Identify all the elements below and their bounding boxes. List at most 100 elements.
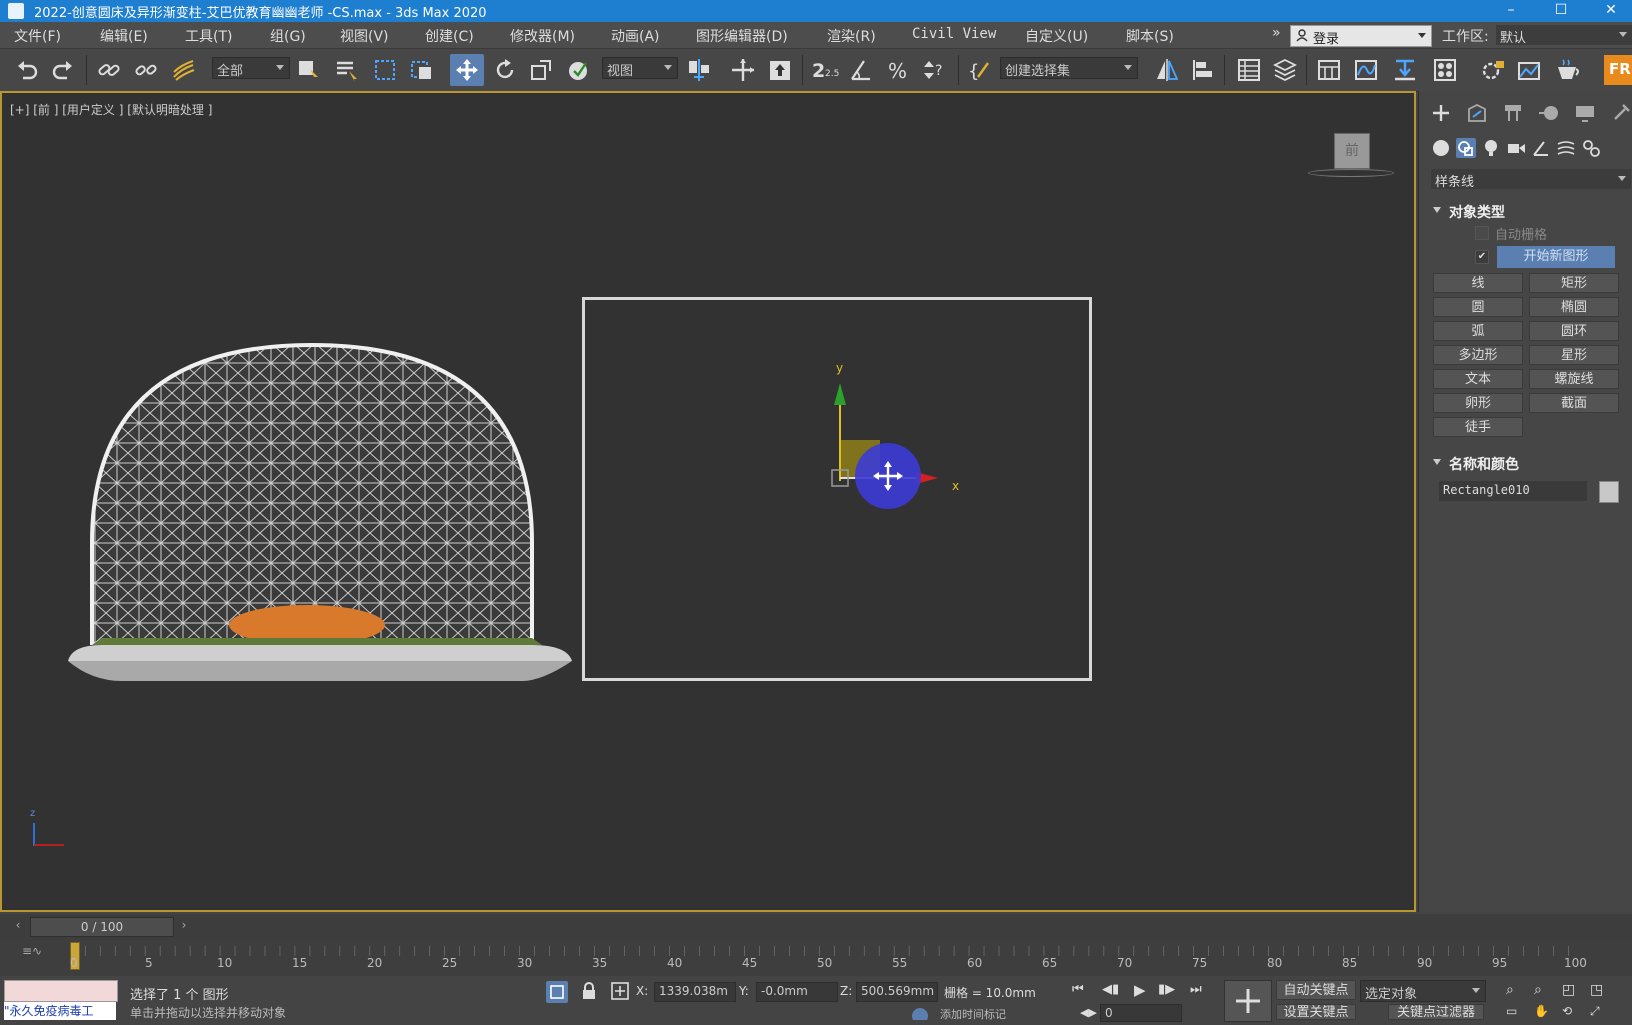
rectangle-button[interactable]: 矩形	[1529, 273, 1619, 293]
y-coord-input[interactable]: -0.0mm	[756, 982, 838, 1002]
display-tab-icon[interactable]	[1573, 101, 1597, 125]
previous-frame-icon[interactable]: ◀▮	[1102, 982, 1122, 1000]
text-button[interactable]: 文本	[1433, 369, 1523, 389]
menu-civil-view[interactable]: Civil View	[912, 26, 996, 42]
time-slider-prev-icon[interactable]: ‹	[10, 918, 26, 934]
menu-customize[interactable]: 自定义(U)	[1025, 26, 1088, 46]
bind-space-warp-icon[interactable]	[171, 57, 197, 83]
render-frame-badge-icon[interactable]: FR	[1604, 55, 1632, 85]
time-slider[interactable]: 0 / 100	[30, 917, 174, 937]
time-slider-next-icon[interactable]: ›	[176, 918, 192, 934]
circle-button[interactable]: 圆	[1433, 297, 1523, 317]
menu-views[interactable]: 视图(V)	[340, 26, 389, 46]
field-of-view-icon[interactable]: ▭	[1506, 1004, 1526, 1020]
object-type-rollout-header[interactable]: 对象类型	[1427, 201, 1632, 221]
object-name-input[interactable]: Rectangle010	[1439, 481, 1587, 501]
set-key-big-button[interactable]	[1224, 980, 1272, 1022]
angle-snap-icon[interactable]	[848, 57, 874, 83]
menu-group[interactable]: 组(G)	[270, 26, 306, 46]
add-time-tag-label[interactable]: 添加时间标记	[940, 1006, 1006, 1020]
schematic-view-icon[interactable]	[1392, 57, 1418, 83]
close-button[interactable]: ✕	[1588, 0, 1632, 22]
set-key-button[interactable]: 设置关键点	[1276, 1004, 1356, 1020]
unlink-icon[interactable]	[133, 57, 159, 83]
place-icon[interactable]	[566, 57, 592, 83]
menu-graph-editors[interactable]: 图形编辑器(D)	[696, 26, 788, 46]
maximize-button[interactable]: ☐	[1538, 0, 1584, 22]
spinner-snap-icon[interactable]: ?	[922, 57, 948, 83]
select-and-move-icon[interactable]	[450, 54, 484, 86]
menu-scripting[interactable]: 脚本(S)	[1126, 26, 1174, 46]
dome-cage-model[interactable]	[62, 333, 582, 693]
pan-view-icon[interactable]: ✋	[1534, 1004, 1554, 1020]
select-object-icon[interactable]	[296, 57, 322, 83]
line-button[interactable]: 线	[1433, 273, 1523, 293]
hierarchy-tab-icon[interactable]	[1501, 101, 1525, 125]
current-frame-input[interactable]: 0	[1100, 1004, 1182, 1022]
motion-tab-icon[interactable]	[1537, 101, 1561, 125]
track-ruler[interactable]	[70, 942, 1590, 956]
start-new-shape-button[interactable]: 开始新图形	[1497, 246, 1615, 268]
front-viewport[interactable]: [+] [前 ] [用户定义 ] [默认明暗处理 ] y x 前 z	[0, 91, 1416, 912]
menu-animation[interactable]: 动画(A)	[611, 26, 660, 46]
helpers-category-icon[interactable]	[1531, 138, 1551, 158]
viewcube[interactable]: 前	[1302, 131, 1394, 181]
rendered-frame-window-icon[interactable]	[1516, 57, 1542, 83]
shapes-category-icon[interactable]	[1456, 138, 1476, 158]
rectangular-selection-icon[interactable]	[372, 57, 398, 83]
go-to-start-icon[interactable]: ⏮	[1072, 982, 1092, 1000]
zoom-icon[interactable]: ⌕	[1506, 982, 1526, 1002]
ellipse-button[interactable]: 椭圆	[1529, 297, 1619, 317]
rotate-icon[interactable]	[492, 57, 518, 83]
render-production-icon[interactable]	[1554, 57, 1580, 83]
menu-modifiers[interactable]: 修改器(M)	[510, 26, 575, 46]
menu-overflow-icon[interactable]: »	[1272, 25, 1281, 41]
play-icon[interactable]: ▶	[1134, 981, 1154, 1001]
viewport-label[interactable]: [+] [前 ] [用户定义 ] [默认明暗处理 ]	[10, 101, 212, 118]
systems-category-icon[interactable]	[1581, 138, 1601, 158]
cameras-category-icon[interactable]	[1506, 138, 1526, 158]
maximize-viewport-icon[interactable]: ⤢	[1590, 1004, 1610, 1020]
utilities-tab-icon[interactable]	[1609, 101, 1632, 125]
star-button[interactable]: 星形	[1529, 345, 1619, 365]
link-icon[interactable]	[96, 57, 122, 83]
menu-rendering[interactable]: 渲染(R)	[827, 26, 876, 46]
selection-filter-dropdown[interactable]: 全部	[212, 57, 290, 79]
next-frame-icon[interactable]: ▮▶	[1158, 982, 1178, 1000]
create-tab-icon[interactable]	[1429, 101, 1453, 125]
curve-editor-icon[interactable]	[1353, 57, 1379, 83]
absolute-mode-icon[interactable]	[610, 981, 630, 1001]
zoom-all-icon[interactable]: ⌕	[1534, 982, 1554, 1002]
move-gizmo[interactable]	[820, 363, 970, 513]
go-to-end-icon[interactable]: ⏭	[1190, 982, 1210, 1000]
modify-tab-icon[interactable]	[1465, 101, 1489, 125]
undo-icon[interactable]	[14, 57, 40, 83]
workspace-select[interactable]: 默认	[1496, 25, 1632, 46]
align-icon[interactable]	[1190, 57, 1216, 83]
material-editor-icon[interactable]	[1432, 57, 1458, 83]
ribbon-toggle-icon[interactable]	[1316, 57, 1342, 83]
autogrid-checkbox[interactable]	[1475, 226, 1489, 240]
redo-icon[interactable]	[50, 57, 76, 83]
ngon-button[interactable]: 多边形	[1433, 345, 1523, 365]
donut-button[interactable]: 圆环	[1529, 321, 1619, 341]
curve-editor-mini-icon[interactable]: ≡∿	[22, 944, 42, 958]
menu-edit[interactable]: 编辑(E)	[100, 26, 148, 46]
track-bar[interactable]: ≡∿ 0 5 10 15 20 25 30 35 40 45 50 55 60 …	[0, 938, 1632, 976]
x-coord-input[interactable]: 1339.038m	[654, 982, 736, 1002]
geometry-category-icon[interactable]	[1431, 138, 1451, 158]
select-by-name-icon[interactable]	[334, 57, 360, 83]
object-color-swatch[interactable]	[1599, 481, 1619, 503]
name-and-color-rollout-header[interactable]: 名称和颜色	[1427, 453, 1632, 473]
z-coord-input[interactable]: 500.569mm	[856, 982, 938, 1002]
login-dropdown[interactable]: 登录	[1290, 25, 1432, 47]
selected-object-dropdown[interactable]: 选定对象	[1360, 980, 1486, 1002]
render-setup-icon[interactable]	[1480, 57, 1506, 83]
key-mode-toggle-icon[interactable]: ◀▶	[1080, 1006, 1097, 1020]
arc-button[interactable]: 弧	[1433, 321, 1523, 341]
menu-tools[interactable]: 工具(T)	[185, 26, 232, 46]
shape-category-dropdown[interactable]: 样条线	[1431, 169, 1631, 190]
named-selection-set-dropdown[interactable]: 创建选择集	[1000, 57, 1138, 79]
reference-coordinate-dropdown[interactable]: 视图	[602, 57, 678, 79]
section-button[interactable]: 截面	[1529, 393, 1619, 413]
